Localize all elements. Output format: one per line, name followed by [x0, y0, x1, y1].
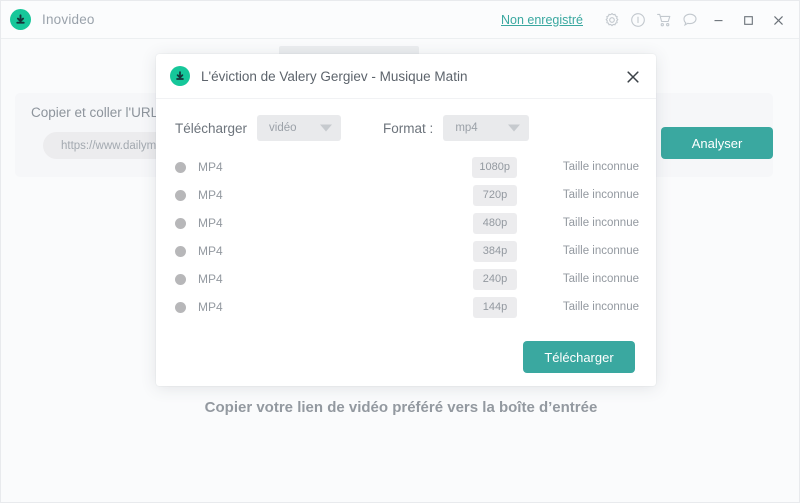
download-circle-icon	[170, 66, 190, 86]
app-window: Inovideo Non enregistré Copier et coller…	[0, 0, 800, 503]
status-badge: 720p	[473, 184, 517, 206]
row-format: MP4	[198, 160, 223, 174]
url-card-label: Copier et coller l'URL	[31, 105, 159, 120]
format-value: mp4	[455, 122, 478, 134]
chevron-down-icon	[508, 124, 521, 132]
row-format: MP4	[198, 216, 223, 230]
status-badge: 240p	[473, 268, 517, 290]
quality-radio[interactable]	[175, 245, 186, 257]
status-badge: 480p	[473, 212, 517, 234]
status-badge: 144p	[473, 296, 517, 318]
chevron-down-icon	[320, 124, 333, 132]
download-circle-icon	[10, 9, 31, 30]
row-format: MP4	[198, 300, 223, 314]
format-select[interactable]: mp4	[443, 115, 530, 141]
titlebar-controls: Non enregistré	[501, 1, 793, 39]
quality-radio[interactable]	[175, 273, 186, 285]
row-format: MP4	[198, 272, 223, 286]
quality-list: MP4 1080p Taille inconnue MP4 720p Taill…	[156, 153, 656, 321]
titlebar: Inovideo Non enregistré	[1, 1, 799, 39]
unsaved-status-link[interactable]: Non enregistré	[501, 13, 583, 27]
media-type-select[interactable]: vidéo	[257, 115, 342, 141]
info-icon[interactable]	[625, 7, 651, 33]
modal-backdrop: L'éviction de Valery Gergiev - Musique M…	[1, 1, 799, 502]
close-button[interactable]	[763, 5, 793, 35]
download-type-label: Télécharger	[175, 120, 248, 136]
row-format: MP4	[198, 244, 223, 258]
row-size: Taille inconnue	[562, 189, 639, 201]
chat-icon[interactable]	[677, 7, 703, 33]
maximize-button[interactable]	[733, 5, 763, 35]
quality-radio[interactable]	[175, 301, 186, 313]
row-format: MP4	[198, 188, 223, 202]
table-row[interactable]: MP4 144p Taille inconnue	[156, 293, 656, 321]
app-brand: Inovideo	[10, 9, 95, 30]
table-row[interactable]: MP4 1080p Taille inconnue	[156, 153, 656, 181]
dialog-header: L'éviction de Valery Gergiev - Musique M…	[156, 54, 656, 99]
dialog-options-row: Télécharger vidéo Format : mp4	[156, 99, 656, 141]
table-row[interactable]: MP4 240p Taille inconnue	[156, 265, 656, 293]
app-title: Inovideo	[42, 12, 95, 27]
row-size: Taille inconnue	[562, 245, 639, 257]
row-size: Taille inconnue	[562, 217, 639, 229]
dialog-title: L'éviction de Valery Gergiev - Musique M…	[201, 68, 468, 84]
gear-icon[interactable]	[599, 7, 625, 33]
row-size: Taille inconnue	[562, 273, 639, 285]
table-row[interactable]: MP4 480p Taille inconnue	[156, 209, 656, 237]
quality-radio[interactable]	[175, 161, 186, 173]
analyse-button[interactable]: Analyser	[661, 127, 773, 159]
quality-radio[interactable]	[175, 217, 186, 229]
cart-icon[interactable]	[651, 7, 677, 33]
row-size: Taille inconnue	[562, 161, 639, 173]
hint-text: Copier votre lien de vidéo préféré vers …	[204, 399, 598, 416]
table-row[interactable]: MP4 384p Taille inconnue	[156, 237, 656, 265]
format-label: Format :	[383, 120, 434, 136]
close-icon[interactable]	[622, 66, 644, 88]
minimize-button[interactable]	[703, 5, 733, 35]
media-type-value: vidéo	[269, 122, 297, 134]
row-size: Taille inconnue	[562, 301, 639, 313]
quality-radio[interactable]	[175, 189, 186, 201]
download-button[interactable]: Télécharger	[523, 341, 635, 373]
status-badge: 384p	[473, 240, 517, 262]
download-dialog: L'éviction de Valery Gergiev - Musique M…	[156, 54, 656, 386]
table-row[interactable]: MP4 720p Taille inconnue	[156, 181, 656, 209]
status-badge: 1080p	[472, 156, 517, 178]
